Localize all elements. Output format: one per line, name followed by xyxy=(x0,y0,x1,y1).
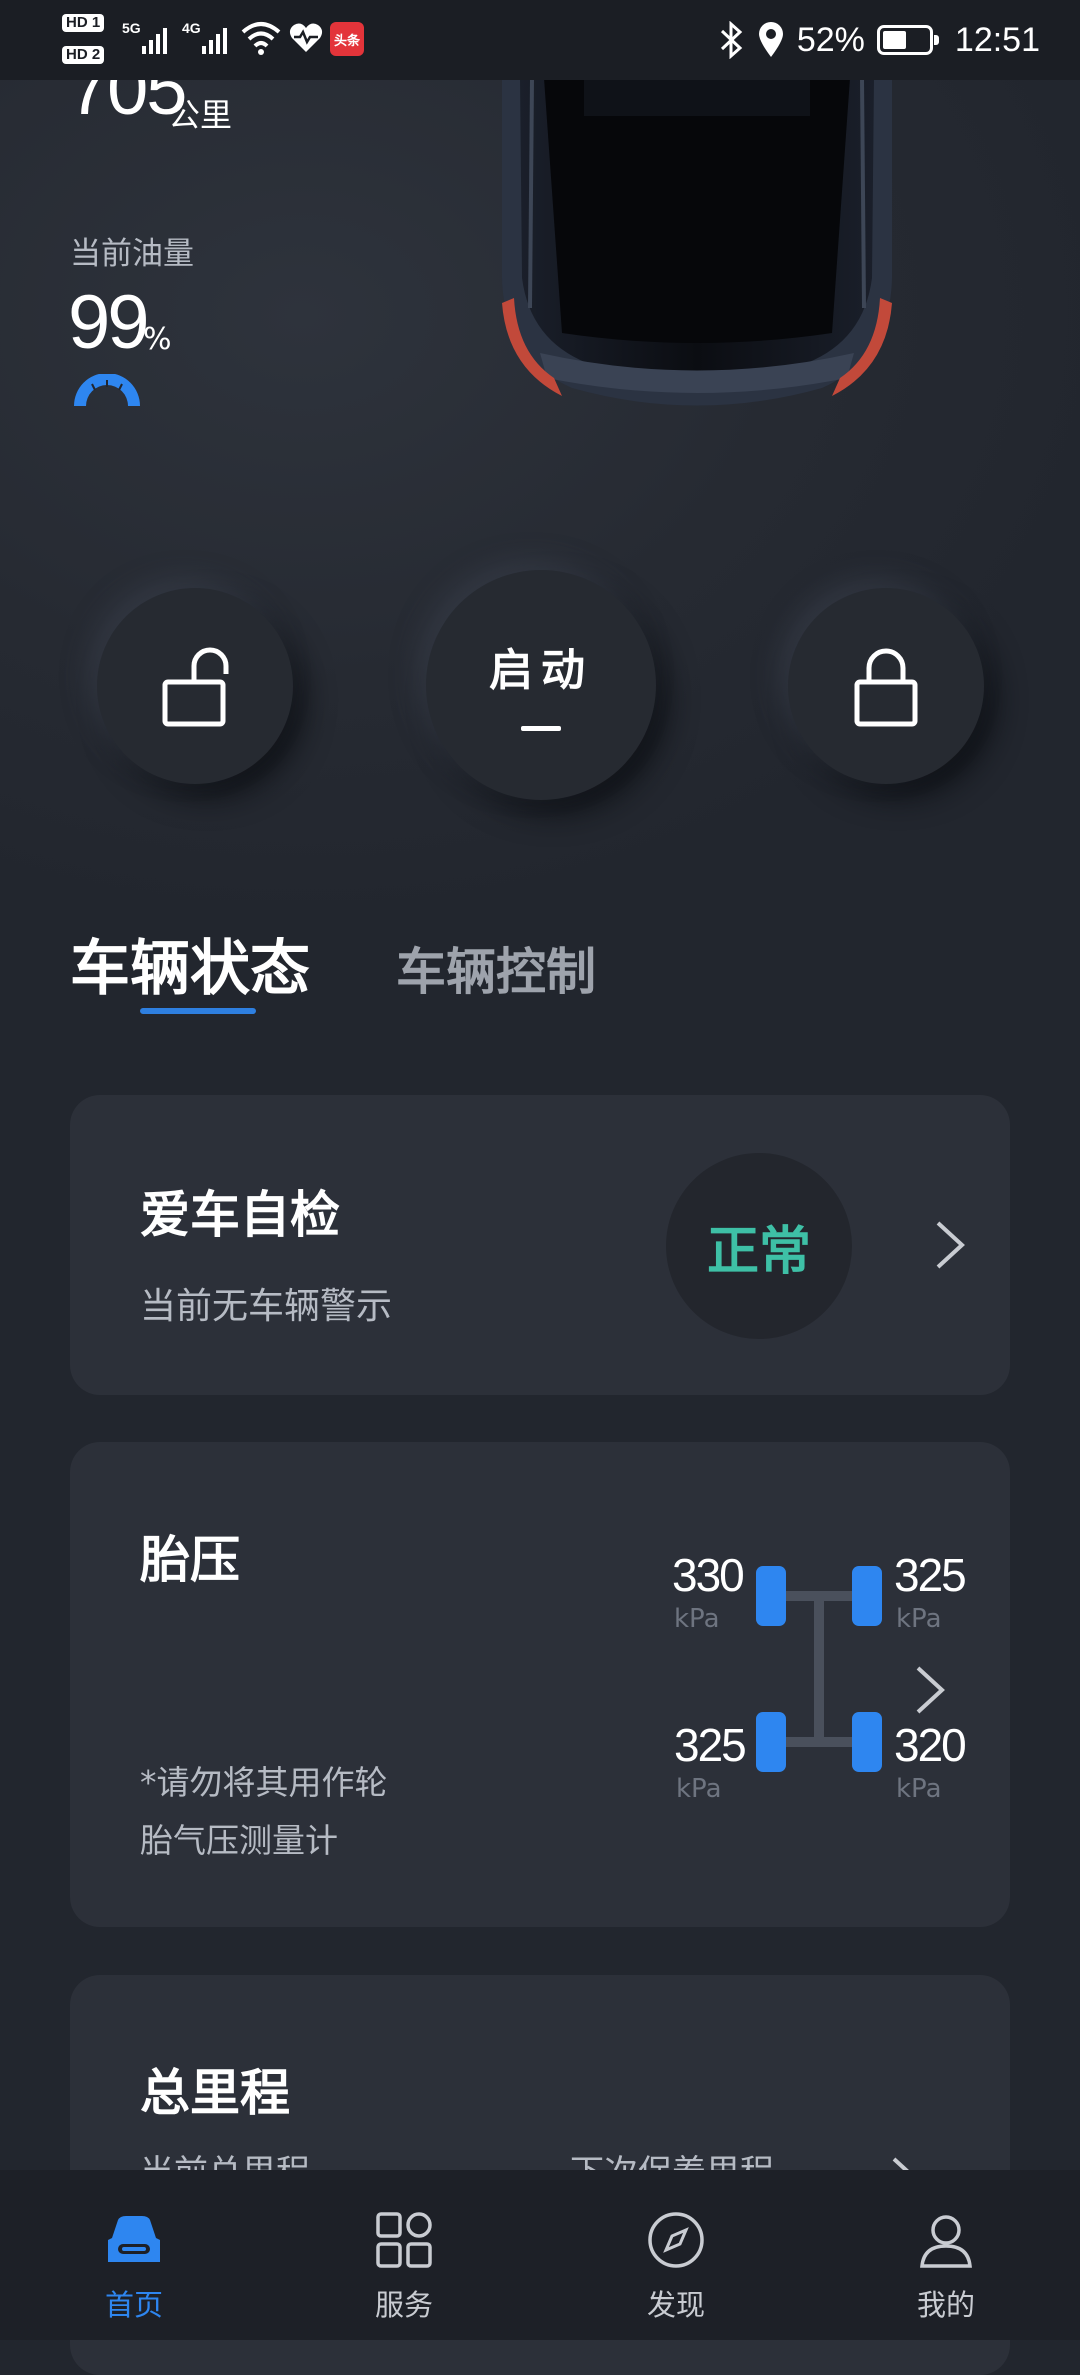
car-rear-image xyxy=(502,78,892,406)
start-label: 启动 xyxy=(489,644,593,696)
tire-diagram: 330 kPa 325 kPa 325 kPa 320 kPa xyxy=(600,1542,967,1852)
range-unit: 公里 xyxy=(168,96,233,134)
tire-front-right-unit: kPa xyxy=(896,1604,942,1634)
tire-front-left-value: 330 xyxy=(672,1549,745,1601)
self-check-card[interactable]: 爱车自检 当前无车辆警示 正常 xyxy=(70,1095,1010,1395)
fuel-unit: % xyxy=(143,322,172,357)
tab-vehicle-control[interactable]: 车辆控制 xyxy=(396,932,596,1004)
self-check-status-text: 正常 xyxy=(706,1221,811,1282)
tire-front-right-value: 325 xyxy=(894,1549,967,1601)
unlock-button[interactable] xyxy=(97,588,293,784)
fuel-label: 当前油量 xyxy=(70,236,194,272)
axle-diagram-icon xyxy=(756,1566,882,1772)
network-5g-label: 5G xyxy=(122,20,141,36)
nav-services[interactable]: 服务 xyxy=(304,2170,504,2340)
tire-front-left-unit: kPa xyxy=(674,1604,720,1634)
tire-pressure-title: 胎压 xyxy=(140,1531,240,1589)
battery-icon xyxy=(876,25,939,55)
status-right-group: 52% 12:51 xyxy=(719,0,1040,80)
hd2-indicator: HD 2 xyxy=(62,46,105,64)
bottom-navigation: 首页 服务 发现 我的 xyxy=(0,2170,1080,2340)
nav-discover[interactable]: 发现 xyxy=(576,2170,776,2340)
nav-services-label: 服务 xyxy=(374,2288,433,2322)
user-icon xyxy=(920,2215,972,2268)
car-icon xyxy=(108,2216,160,2262)
tire-front-left-icon xyxy=(756,1566,786,1626)
chevron-right-icon[interactable] xyxy=(912,1660,948,1720)
bluetooth-icon xyxy=(720,21,743,59)
clock-time: 12:51 xyxy=(954,20,1040,59)
fuel-value: 99 xyxy=(68,280,150,365)
hd1-indicator: HD 1 xyxy=(62,14,105,32)
nav-home-label: 首页 xyxy=(104,2288,163,2322)
nav-profile[interactable]: 我的 xyxy=(846,2170,1046,2340)
wifi-icon xyxy=(241,22,281,55)
tire-front-right-icon xyxy=(852,1566,882,1626)
self-check-title: 爱车自检 xyxy=(140,1186,340,1244)
tire-rear-left-icon xyxy=(756,1712,786,1772)
status-bar: HD 1 HD 2 5G 4G 头条 52% 12:51 xyxy=(0,0,1080,80)
battery-fill xyxy=(882,31,906,49)
health-heart-icon xyxy=(289,23,323,52)
nav-profile-label: 我的 xyxy=(916,2288,975,2322)
active-tab-indicator xyxy=(140,1008,256,1014)
unlock-icon xyxy=(162,647,229,727)
compass-icon xyxy=(648,2212,704,2268)
start-dash-indicator xyxy=(521,725,561,731)
tab-vehicle-status[interactable]: 车辆状态 xyxy=(70,920,310,1007)
tire-rear-right-icon xyxy=(852,1712,882,1772)
network-4g-label: 4G xyxy=(182,20,201,36)
tire-rear-right-unit: kPa xyxy=(896,1774,942,1804)
start-engine-button[interactable]: 启动 xyxy=(426,570,656,800)
toutiao-app-icon: 头条 xyxy=(330,22,364,56)
tire-pressure-card[interactable]: 胎压 *请勿将其用作轮 胎气压测量计 330 kPa 325 kPa 325 k… xyxy=(70,1442,1010,1927)
self-check-status-badge: 正常 xyxy=(666,1153,852,1339)
tire-note-line2: 胎气压测量计 xyxy=(140,1821,338,1860)
tire-rear-left-value: 325 xyxy=(674,1719,747,1771)
chevron-right-icon[interactable] xyxy=(932,1215,968,1275)
lock-icon xyxy=(854,648,918,727)
nav-home[interactable]: 首页 xyxy=(34,2170,234,2340)
fuel-gauge-icon xyxy=(74,374,140,406)
tire-rear-left-unit: kPa xyxy=(676,1774,722,1804)
mileage-title: 总里程 xyxy=(140,2064,290,2122)
tire-pressure-note: *请勿将其用作轮 胎气压测量计 xyxy=(140,1754,388,1870)
nav-discover-label: 发现 xyxy=(646,2288,705,2322)
location-icon xyxy=(758,22,783,57)
grid-icon xyxy=(376,2212,432,2268)
self-check-subtitle: 当前无车辆警示 xyxy=(140,1286,393,1327)
battery-percent: 52% xyxy=(796,20,865,59)
lock-button[interactable] xyxy=(788,588,984,784)
tire-rear-right-value: 320 xyxy=(894,1719,967,1771)
tire-note-line1: *请勿将其用作轮 xyxy=(140,1763,388,1802)
signal-icon-2 xyxy=(202,28,227,54)
signal-icon xyxy=(142,28,167,54)
